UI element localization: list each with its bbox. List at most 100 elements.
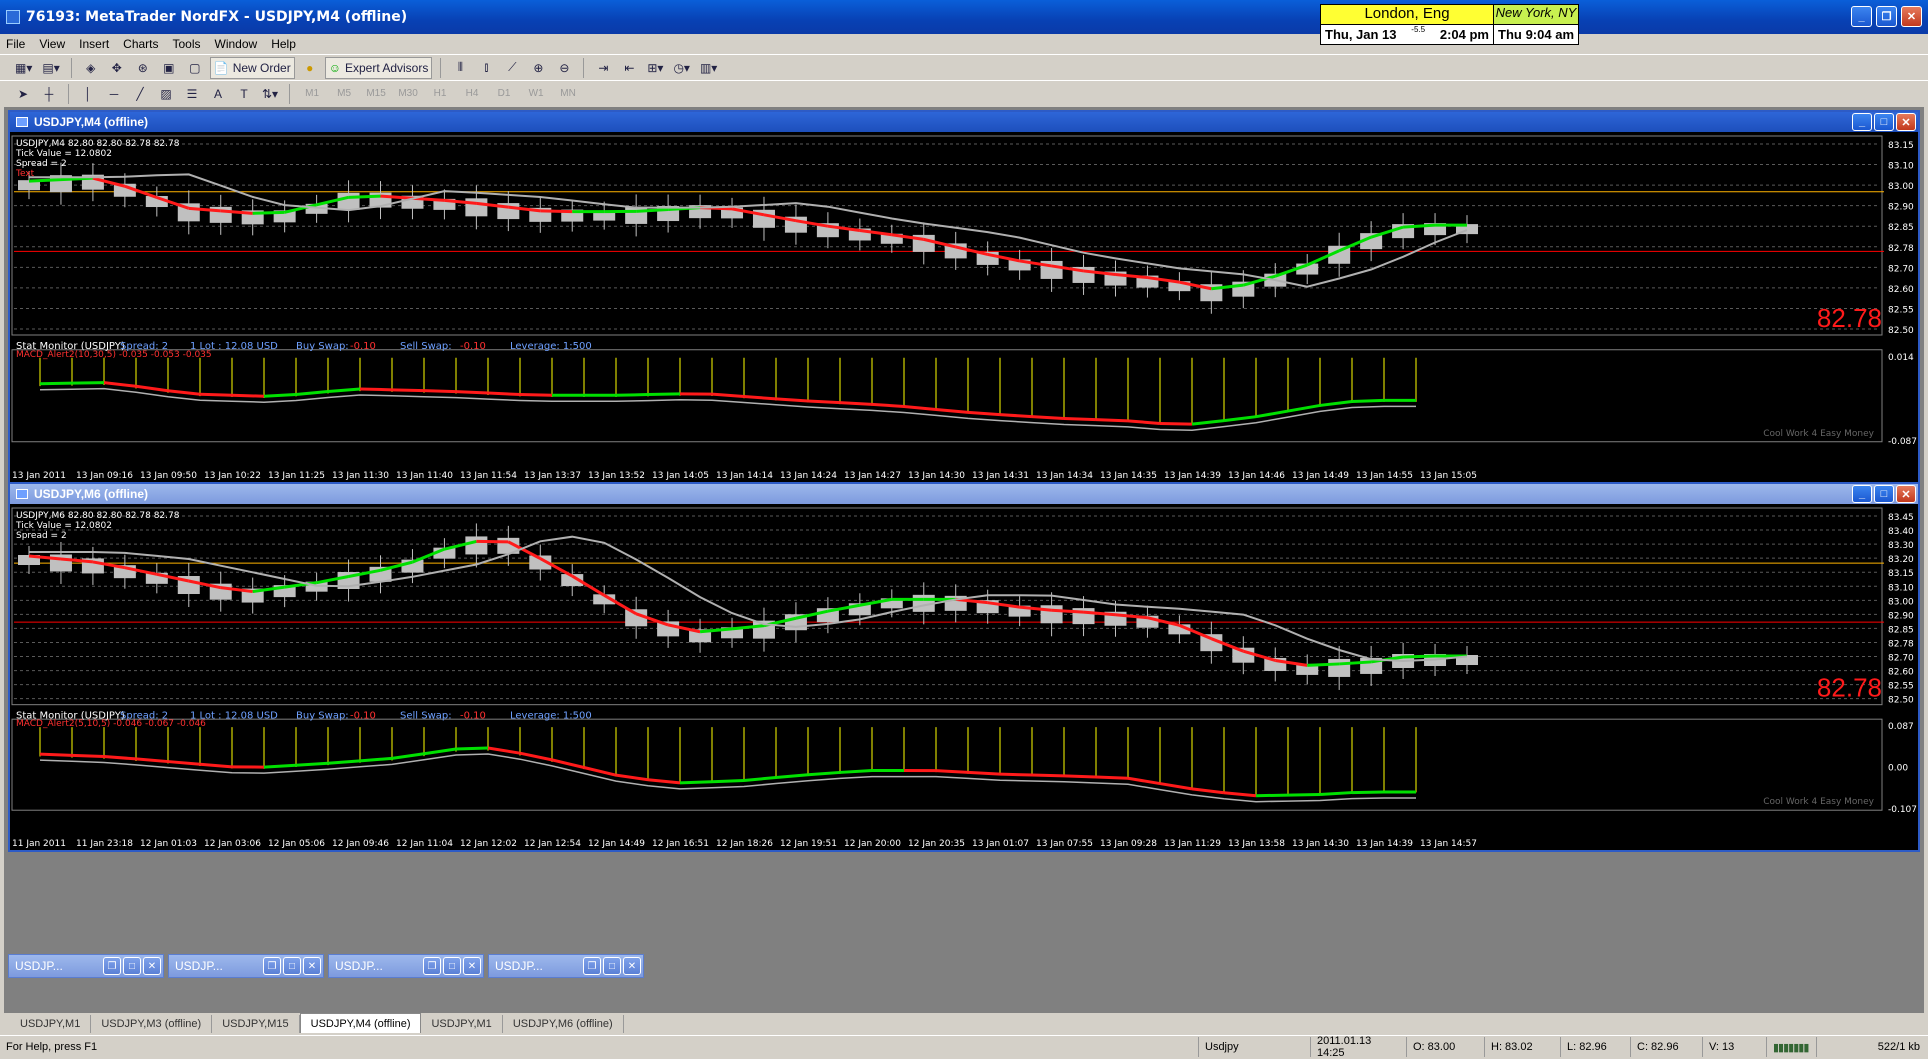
chart-minimize-button[interactable]: _ xyxy=(1852,485,1872,503)
arrows-icon[interactable]: ⇅▾ xyxy=(259,83,281,105)
timeframe-mn[interactable]: MN xyxy=(554,83,582,105)
market-watch-icon[interactable]: ◈ xyxy=(80,57,102,79)
minimized-chart-4[interactable]: USDJP...❐□✕ xyxy=(488,954,644,978)
connection-bars-icon: ▮▮▮▮▮▮▮ xyxy=(1766,1037,1816,1057)
crosshair-icon[interactable]: ┼ xyxy=(38,83,60,105)
macd-bear-segment xyxy=(1032,775,1064,776)
chart-maximize-button[interactable]: □ xyxy=(1874,113,1894,131)
data-window-icon[interactable]: ✥ xyxy=(106,57,128,79)
menu-insert[interactable]: Insert xyxy=(79,37,109,51)
line-chart-icon[interactable]: ⟋ xyxy=(501,57,523,79)
menu-window[interactable]: Window xyxy=(215,37,258,51)
menu-file[interactable]: File xyxy=(6,37,25,51)
close-icon[interactable]: ✕ xyxy=(303,957,321,975)
menu-view[interactable]: View xyxy=(39,37,65,51)
macd-bull-segment xyxy=(1320,401,1352,405)
new-chart-icon[interactable]: ▦▾ xyxy=(12,57,35,79)
menu-charts[interactable]: Charts xyxy=(123,37,158,51)
zoom-in-icon[interactable]: ⊕ xyxy=(527,57,549,79)
timeframe-m5[interactable]: M5 xyxy=(330,83,358,105)
restore-icon[interactable]: ❐ xyxy=(263,957,281,975)
menu-bar: File View Insert Charts Tools Window Hel… xyxy=(0,34,1928,54)
big-price-label: 82.78 xyxy=(1817,303,1882,333)
maximize-icon[interactable]: □ xyxy=(123,957,141,975)
metaeditor-icon[interactable]: ● xyxy=(299,57,321,79)
time-tick-label: 12 Jan 20:35 xyxy=(908,839,965,849)
ma-bull-segment xyxy=(29,180,61,182)
navigator-icon[interactable]: ⊛ xyxy=(132,57,154,79)
chart-window-m4[interactable]: USDJPY,M4 (offline) _□✕ 83.1583.1083.008… xyxy=(8,110,1920,484)
chart-maximize-button[interactable]: □ xyxy=(1874,485,1894,503)
autoscroll-icon[interactable]: ⇥ xyxy=(592,57,614,79)
chart-minimize-button[interactable]: _ xyxy=(1852,113,1872,131)
tab-usdjpy-m6[interactable]: USDJPY,M6 (offline) xyxy=(503,1015,624,1033)
timeframe-d1[interactable]: D1 xyxy=(490,83,518,105)
menu-tools[interactable]: Tools xyxy=(173,37,201,51)
periods-icon[interactable]: ◷▾ xyxy=(670,57,693,79)
timeframe-m1[interactable]: M1 xyxy=(298,83,326,105)
tab-usdjpy-m3[interactable]: USDJPY,M3 (offline) xyxy=(91,1015,212,1033)
menu-help[interactable]: Help xyxy=(271,37,296,51)
bar-chart-icon[interactable]: ⫴ xyxy=(449,57,471,79)
timeframe-m30[interactable]: M30 xyxy=(394,83,422,105)
order-icon: 📄 xyxy=(214,61,229,75)
maximize-icon[interactable]: □ xyxy=(443,957,461,975)
chart-close-button[interactable]: ✕ xyxy=(1896,113,1916,131)
price-tick-label: 82.55 xyxy=(1888,682,1914,692)
timeframe-m15[interactable]: M15 xyxy=(362,83,390,105)
chart-close-button[interactable]: ✕ xyxy=(1896,485,1916,503)
text-icon[interactable]: A xyxy=(207,83,229,105)
candlestick-icon[interactable]: ⫾ xyxy=(475,57,497,79)
price-tick-label: 82.70 xyxy=(1888,264,1914,274)
new-order-button[interactable]: 📄New Order xyxy=(210,57,295,79)
expert-advisors-button[interactable]: ☺Expert Advisors xyxy=(325,57,433,79)
cursor-icon[interactable]: ➤ xyxy=(12,83,34,105)
fibonacci-icon[interactable]: ☰ xyxy=(181,83,203,105)
tab-usdjpy-m4[interactable]: USDJPY,M4 (offline) xyxy=(300,1013,422,1033)
minimize-button[interactable]: _ xyxy=(1851,6,1872,27)
close-icon[interactable]: ✕ xyxy=(143,957,161,975)
minimized-chart-3[interactable]: USDJP...❐□✕ xyxy=(328,954,484,978)
maximize-icon[interactable]: □ xyxy=(283,957,301,975)
status-close: C: 82.96 xyxy=(1630,1037,1702,1057)
timeframe-h1[interactable]: H1 xyxy=(426,83,454,105)
tester-icon[interactable]: ▢ xyxy=(184,57,206,79)
chart-shift-icon[interactable]: ⇤ xyxy=(618,57,640,79)
maximize-icon[interactable]: □ xyxy=(603,957,621,975)
vertical-line-icon[interactable]: │ xyxy=(77,83,99,105)
price-tick-label: 83.45 xyxy=(1888,513,1914,523)
app-titlebar: 76193: MetaTrader NordFX - USDJPY,M4 (of… xyxy=(0,0,1928,34)
templates-icon[interactable]: ▥▾ xyxy=(697,57,720,79)
close-button[interactable]: ✕ xyxy=(1901,6,1922,27)
channel-icon[interactable]: ▨ xyxy=(155,83,177,105)
zoom-out-icon[interactable]: ⊖ xyxy=(553,57,575,79)
restore-icon[interactable]: ❐ xyxy=(103,957,121,975)
stat-monitor-text: Leverage: 1:500 xyxy=(510,711,592,722)
text-label-icon[interactable]: T xyxy=(233,83,255,105)
price-tick-label: 82.50 xyxy=(1888,696,1914,706)
trendline-icon[interactable]: ╱ xyxy=(129,83,151,105)
tab-usdjpy-m15[interactable]: USDJPY,M15 xyxy=(212,1015,299,1033)
close-icon[interactable]: ✕ xyxy=(623,957,641,975)
terminal-icon[interactable]: ▣ xyxy=(158,57,180,79)
timeframe-w1[interactable]: W1 xyxy=(522,83,550,105)
price-tick-label: 82.50 xyxy=(1888,326,1914,336)
window-title: 76193: MetaTrader NordFX - USDJPY,M4 (of… xyxy=(26,9,407,25)
price-chart-m4[interactable]: 83.1583.1083.0082.9082.8582.7882.7082.60… xyxy=(10,132,1918,482)
minimized-chart-1[interactable]: USDJP...❐□✕ xyxy=(8,954,164,978)
indicators-icon[interactable]: ⊞▾ xyxy=(644,57,666,79)
restore-icon[interactable]: ❐ xyxy=(423,957,441,975)
restore-button[interactable]: ❐ xyxy=(1876,6,1897,27)
close-icon[interactable]: ✕ xyxy=(463,957,481,975)
timeframe-h4[interactable]: H4 xyxy=(458,83,486,105)
time-tick-label: 12 Jan 12:02 xyxy=(460,839,517,849)
restore-icon[interactable]: ❐ xyxy=(583,957,601,975)
tab-usdjpy-m1-2[interactable]: USDJPY,M1 xyxy=(421,1015,502,1033)
profiles-icon[interactable]: ▤▾ xyxy=(39,57,62,79)
price-chart-m6[interactable]: 83.4583.4083.3083.2083.1583.1083.0082.90… xyxy=(10,504,1918,850)
tab-usdjpy-m1[interactable]: USDJPY,M1 xyxy=(10,1015,91,1033)
minimized-chart-2[interactable]: USDJP...❐□✕ xyxy=(168,954,324,978)
horizontal-line-icon[interactable]: ─ xyxy=(103,83,125,105)
time-tick-label: 13 Jan 14:05 xyxy=(652,471,709,481)
chart-window-m6[interactable]: USDJPY,M6 (offline) _□✕ 83.4583.4083.308… xyxy=(8,482,1920,852)
